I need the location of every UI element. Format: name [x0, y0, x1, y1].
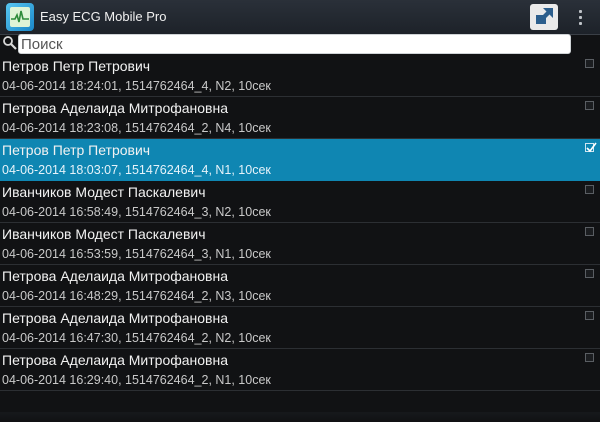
record-details: 04-06-2014 16:53:59, 1514762464_3, N1, 1…: [2, 247, 271, 261]
search-icon: [3, 36, 17, 50]
checkmark-icon: [586, 142, 597, 153]
record-details: 04-06-2014 16:48:29, 1514762464_2, N3, 1…: [2, 289, 271, 303]
list-item[interactable]: Петрова Аделаида Митрофановна 04-06-2014 …: [0, 97, 600, 139]
record-details: 04-06-2014 16:58:49, 1514762464_3, N2, 1…: [2, 205, 271, 219]
bottom-bar: [0, 412, 600, 422]
expand-button[interactable]: [530, 4, 558, 30]
patient-name: Иванчиков Модест Паскалевич: [2, 226, 206, 242]
patient-name: Иванчиков Модест Паскалевич: [2, 184, 206, 200]
select-checkbox[interactable]: [585, 311, 594, 320]
select-checkbox[interactable]: [585, 59, 594, 68]
overflow-menu-icon[interactable]: [572, 8, 588, 26]
record-details: 04-06-2014 16:29:40, 1514762464_2, N1, 1…: [2, 373, 271, 387]
record-details: 04-06-2014 18:24:01, 1514762464_4, N2, 1…: [2, 79, 271, 93]
list-item[interactable]: Петрова Аделаида Митрофановна 04-06-2014 …: [0, 307, 600, 349]
select-checkbox[interactable]: [585, 353, 594, 362]
select-checkbox[interactable]: [585, 101, 594, 110]
search-row: [0, 34, 600, 54]
record-details: 04-06-2014 16:47:30, 1514762464_2, N2, 1…: [2, 331, 271, 345]
search-input[interactable]: [19, 35, 570, 53]
select-checkbox[interactable]: [585, 142, 597, 153]
list-item[interactable]: Петров Петр Петрович 04-06-2014 18:03:07,…: [0, 139, 600, 181]
record-details: 04-06-2014 18:23:08, 1514762464_2, N4, 1…: [2, 121, 271, 135]
search-field[interactable]: [18, 34, 571, 54]
action-bar: Easy ECG Mobile Pro: [0, 0, 600, 35]
list-item[interactable]: Петров Петр Петрович 04-06-2014 18:24:01,…: [0, 55, 600, 97]
ecg-app-icon[interactable]: [6, 3, 34, 31]
patient-name: Петров Петр Петрович: [2, 58, 151, 74]
patient-name: Петров Петр Петрович: [2, 142, 151, 158]
expand-icon: [536, 8, 553, 24]
list-item[interactable]: Иванчиков Модест Паскалевич 04-06-2014 16…: [0, 181, 600, 223]
select-checkbox[interactable]: [585, 227, 594, 236]
list-item[interactable]: Иванчиков Модест Паскалевич 04-06-2014 16…: [0, 223, 600, 265]
list-item[interactable]: Петрова Аделаида Митрофановна 04-06-2014 …: [0, 349, 600, 391]
select-checkbox[interactable]: [585, 185, 594, 194]
select-checkbox[interactable]: [585, 269, 594, 278]
patient-name: Петрова Аделаида Митрофановна: [2, 352, 229, 368]
patient-name: Петрова Аделаида Митрофановна: [2, 268, 229, 284]
record-list: Петров Петр Петрович 04-06-2014 18:24:01,…: [0, 55, 600, 391]
list-item[interactable]: Петрова Аделаида Митрофановна 04-06-2014 …: [0, 265, 600, 307]
app-title: Easy ECG Mobile Pro: [40, 9, 167, 24]
patient-name: Петрова Аделаида Митрофановна: [2, 100, 229, 116]
record-details: 04-06-2014 18:03:07, 1514762464_4, N1, 1…: [2, 163, 271, 177]
patient-name: Петрова Аделаида Митрофановна: [2, 310, 229, 326]
